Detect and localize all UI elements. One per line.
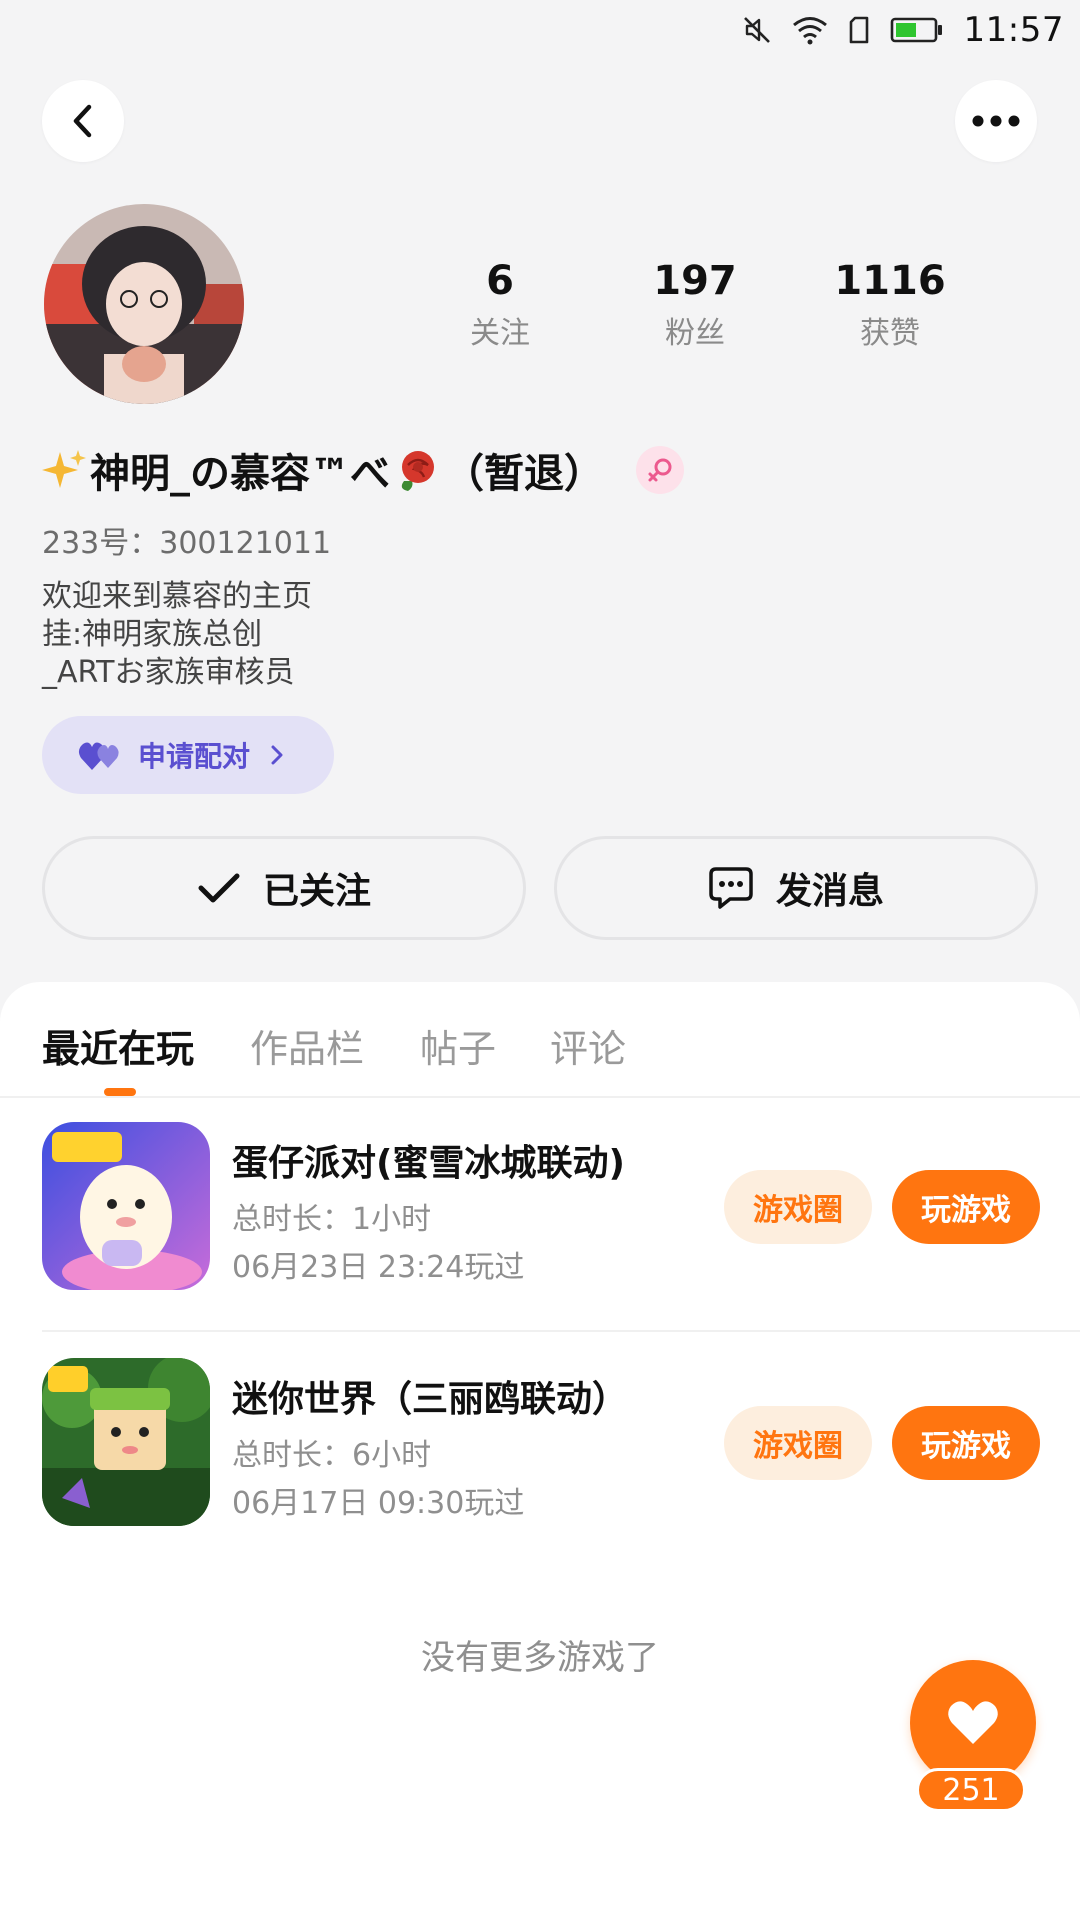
nickname-row: 神明_の慕容™べ （暂退） — [40, 440, 684, 500]
user-id: 233号：300121011 — [42, 526, 332, 561]
heart-icon — [948, 1701, 998, 1744]
game-list-item[interactable]: 蛋仔派对(蜜雪冰城联动) 总时长：1小时 06月23日 23:24玩过 游戏圈 … — [42, 1098, 1080, 1332]
stat-following[interactable]: 6 关注 — [420, 256, 580, 354]
stat-value: 197 — [653, 258, 737, 304]
battery-icon — [890, 16, 944, 44]
status-time: 11:57 — [963, 10, 1064, 50]
play-game-button[interactable]: 玩游戏 — [892, 1170, 1040, 1244]
double-heart-icon — [78, 742, 119, 770]
back-button[interactable] — [42, 80, 124, 162]
game-circle-button[interactable]: 游戏圈 — [724, 1170, 872, 1244]
followed-button[interactable]: 已关注 — [42, 836, 526, 940]
game-duration: 总时长：1小时 — [232, 1202, 432, 1237]
tab-posts[interactable]: 帖子 — [420, 1018, 496, 1073]
wifi-icon — [792, 15, 828, 45]
stat-label: 获赞 — [860, 316, 920, 351]
mute-icon — [742, 15, 772, 45]
tab-comments[interactable]: 评论 — [550, 1018, 626, 1073]
nickname-suffix: （暂退） — [444, 451, 604, 497]
like-count: 251 — [916, 1768, 1026, 1812]
game-circle-button[interactable]: 游戏圈 — [724, 1406, 872, 1480]
send-message-button[interactable]: 发消息 — [554, 836, 1038, 940]
tab-works[interactable]: 作品栏 — [250, 1018, 364, 1073]
more-button[interactable] — [955, 80, 1037, 162]
bio: 欢迎来到慕容的主页 挂:神明家族总创 _ARTお家族审核员 — [42, 578, 312, 692]
pair-request-label: 申请配对 — [138, 740, 251, 773]
chat-bubble-icon — [709, 867, 753, 909]
game-list-item[interactable]: 迷你世界（三丽鸥联动） 总时长：6小时 06月17日 09:30玩过 游戏圈 玩… — [42, 1334, 1080, 1568]
play-game-button[interactable]: 玩游戏 — [892, 1406, 1040, 1480]
game-name: 蛋仔派对(蜜雪冰城联动) — [232, 1143, 625, 1184]
chevron-right-icon — [270, 744, 284, 766]
stat-value: 6 — [486, 258, 514, 304]
game-name: 迷你世界（三丽鸥联动） — [232, 1379, 629, 1420]
sim-icon — [848, 16, 870, 44]
tab-active-indicator — [104, 1088, 136, 1096]
bio-line: 挂:神明家族总创 — [42, 617, 263, 652]
rose-icon — [401, 451, 434, 491]
bio-line: 欢迎来到慕容的主页 — [42, 579, 312, 614]
stat-fans[interactable]: 197 粉丝 — [615, 256, 775, 354]
followed-label: 已关注 — [262, 871, 371, 912]
avatar[interactable] — [44, 204, 244, 404]
tab-bar: 最近在玩 作品栏 帖子 评论 — [0, 982, 1080, 1098]
no-more-games-text: 没有更多游戏了 — [421, 1638, 659, 1678]
game-last-played: 06月17日 09:30玩过 — [232, 1486, 525, 1521]
stat-label: 粉丝 — [665, 316, 725, 351]
game-duration: 总时长：6小时 — [232, 1438, 432, 1473]
game-last-played: 06月23日 23:24玩过 — [232, 1250, 525, 1285]
nickname: 神明_の慕容™べ — [90, 451, 390, 497]
profile-stats: 6 关注 197 粉丝 1116 获赞 — [420, 256, 1000, 366]
game-icon-eggy-party[interactable] — [42, 1122, 210, 1290]
send-message-label: 发消息 — [775, 871, 884, 912]
status-bar: 11:57 — [0, 0, 1080, 60]
tab-recently-played[interactable]: 最近在玩 — [42, 1018, 194, 1073]
checkmark-icon — [198, 873, 240, 903]
stat-likes[interactable]: 1116 获赞 — [810, 256, 970, 354]
stat-value: 1116 — [834, 258, 946, 304]
more-dots-icon — [972, 115, 1020, 127]
chevron-left-icon — [73, 104, 92, 138]
bio-line: _ARTお家族审核员 — [42, 655, 295, 690]
stat-label: 关注 — [470, 316, 530, 351]
female-gender-icon — [636, 446, 684, 494]
sparkle-icon — [42, 450, 86, 488]
game-icon-mini-world[interactable] — [42, 1358, 210, 1526]
pair-request-button[interactable]: 申请配对 — [42, 716, 334, 794]
